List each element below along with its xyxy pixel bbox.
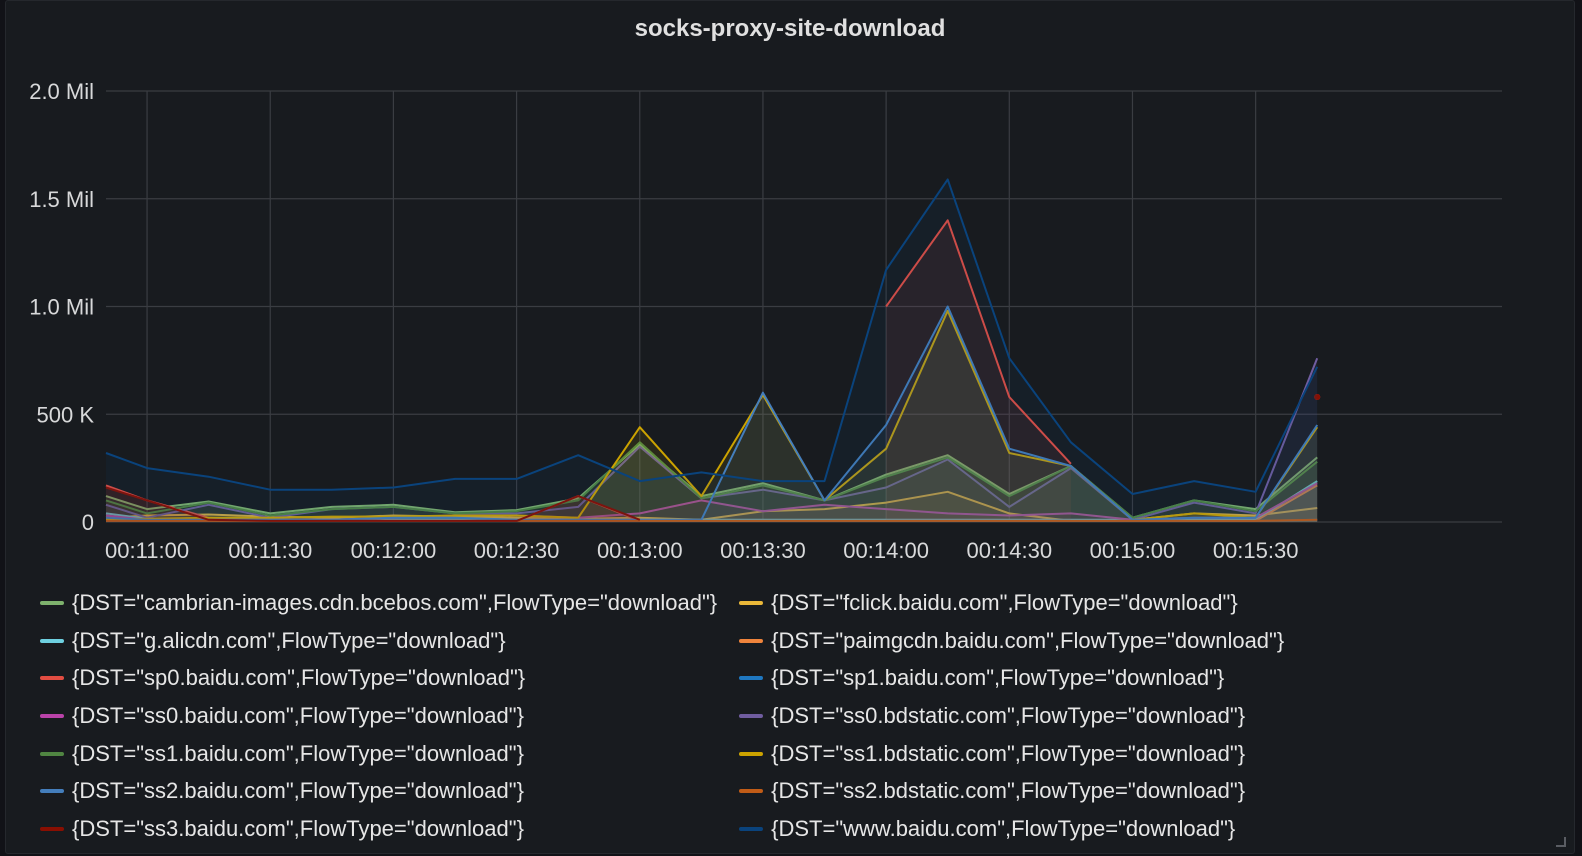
x-tick-label: 00:15:00 <box>1090 538 1176 563</box>
legend-item-ss0-baidu-com[interactable]: {DST="ss0.baidu.com",FlowType="download"… <box>40 697 717 735</box>
x-tick-label: 00:14:00 <box>843 538 929 563</box>
legend-label: {DST="paimgcdn.baidu.com",FlowType="down… <box>771 627 1285 653</box>
legend-swatch <box>739 638 764 643</box>
legend-label: {DST="ss2.bdstatic.com",FlowType="downlo… <box>771 778 1246 804</box>
legend-swatch <box>739 713 764 718</box>
legend-item-ss0-bdstatic-com[interactable]: {DST="ss0.bdstatic.com",FlowType="downlo… <box>739 697 1284 735</box>
legend-swatch <box>40 600 64 605</box>
legend-swatch <box>40 676 64 681</box>
legend-label: {DST="sp1.baidu.com",FlowType="download"… <box>771 665 1225 691</box>
legend-swatch <box>739 826 764 831</box>
legend-label: {DST="g.alicdn.com",FlowType="download"} <box>72 627 506 653</box>
legend-swatch <box>40 638 64 643</box>
legend-item-www-baidu-com[interactable]: {DST="www.baidu.com",FlowType="download"… <box>739 810 1284 848</box>
x-tick-label: 00:15:30 <box>1213 538 1299 563</box>
y-tick-label: 1.0 Mil <box>29 295 94 320</box>
legend-label: {DST="ss0.bdstatic.com",FlowType="downlo… <box>771 702 1246 728</box>
legend-label: {DST="ss0.baidu.com",FlowType="download"… <box>72 702 524 728</box>
x-axis-ticks: 00:11:00 00:11:30 00:12:00 00:12:30 00:13:00… <box>105 538 1298 563</box>
legend-item-ss2-bdstatic-com[interactable]: {DST="ss2.bdstatic.com",FlowType="downlo… <box>739 772 1284 810</box>
series-area <box>106 179 1318 522</box>
legend-item-paimgcdn-baidu-com[interactable]: {DST="paimgcdn.baidu.com",FlowType="down… <box>739 622 1284 660</box>
legend: {DST="cambrian-images.cdn.bcebos.com",Fl… <box>40 584 1540 848</box>
resize-handle[interactable] <box>1556 837 1566 847</box>
legend-item-ss3-baidu-com[interactable]: {DST="ss3.baidu.com",FlowType="download"… <box>40 810 717 848</box>
legend-item-sp1-baidu-com[interactable]: {DST="sp1.baidu.com",FlowType="download"… <box>739 659 1284 697</box>
legend-item-ss1-bdstatic-com[interactable]: {DST="ss1.bdstatic.com",FlowType="downlo… <box>739 735 1284 773</box>
y-axis-ticks: 0 500 K 1.0 Mil 1.5 Mil 2.0 Mil <box>29 79 94 535</box>
legend-item-ss2-baidu-com[interactable]: {DST="ss2.baidu.com",FlowType="download"… <box>40 772 717 810</box>
legend-label: {DST="ss1.baidu.com",FlowType="download"… <box>72 740 524 766</box>
legend-item-cambrian-images-cdn-bcebos-com[interactable]: {DST="cambrian-images.cdn.bcebos.com",Fl… <box>40 584 717 622</box>
y-tick-label: 0 <box>82 510 94 535</box>
legend-label: {DST="ss1.bdstatic.com",FlowType="downlo… <box>771 740 1246 766</box>
x-tick-label: 00:13:00 <box>597 538 683 563</box>
x-tick-label: 00:12:30 <box>474 538 560 563</box>
legend-label: {DST="cambrian-images.cdn.bcebos.com",Fl… <box>72 589 718 615</box>
legend-item-fclick-baidu-com[interactable]: {DST="fclick.baidu.com",FlowType="downlo… <box>739 584 1284 622</box>
y-tick-label: 2.0 Mil <box>29 79 94 104</box>
series-layer <box>105 178 1321 523</box>
series-line <box>105 178 1319 495</box>
legend-swatch <box>739 789 764 794</box>
legend-item-ss1-baidu-com[interactable]: {DST="ss1.baidu.com",FlowType="download"… <box>40 735 717 773</box>
legend-item-g-alicdn-com[interactable]: {DST="g.alicdn.com",FlowType="download"} <box>40 622 717 660</box>
legend-swatch <box>40 826 64 831</box>
legend-swatch <box>40 751 64 756</box>
legend-label: {DST="sp0.baidu.com",FlowType="download"… <box>72 665 526 691</box>
legend-swatch <box>739 600 764 605</box>
x-tick-label: 00:12:00 <box>351 538 437 563</box>
series-www-baidu-com[interactable] <box>105 178 1319 522</box>
legend-item-sp0-baidu-com[interactable]: {DST="sp0.baidu.com",FlowType="download"… <box>40 659 717 697</box>
y-tick-label: 500 K <box>37 402 95 427</box>
x-tick-label: 00:13:30 <box>720 538 806 563</box>
legend-label: {DST="ss2.baidu.com",FlowType="download"… <box>72 778 524 804</box>
y-tick-label: 1.5 Mil <box>29 187 94 212</box>
legend-label: {DST="ss3.baidu.com",FlowType="download"… <box>72 815 524 841</box>
x-tick-label: 00:14:30 <box>966 538 1052 563</box>
legend-label: {DST="www.baidu.com",FlowType="download"… <box>771 815 1236 841</box>
legend-swatch <box>739 751 764 756</box>
x-tick-label: 00:11:30 <box>228 538 312 563</box>
legend-label: {DST="fclick.baidu.com",FlowType="downlo… <box>771 589 1238 615</box>
legend-swatch <box>40 789 64 794</box>
x-tick-label: 00:11:00 <box>105 538 189 563</box>
legend-swatch <box>40 713 64 718</box>
chart-panel: socks-proxy-site-download 0 500 K 1.0 Mil 1… <box>5 0 1575 854</box>
legend-swatch <box>739 676 764 681</box>
line-chart[interactable]: 0500 K1.0 Mil1.5 Mil2.0 Mil 00:11:00 00:1… <box>6 1 1574 581</box>
